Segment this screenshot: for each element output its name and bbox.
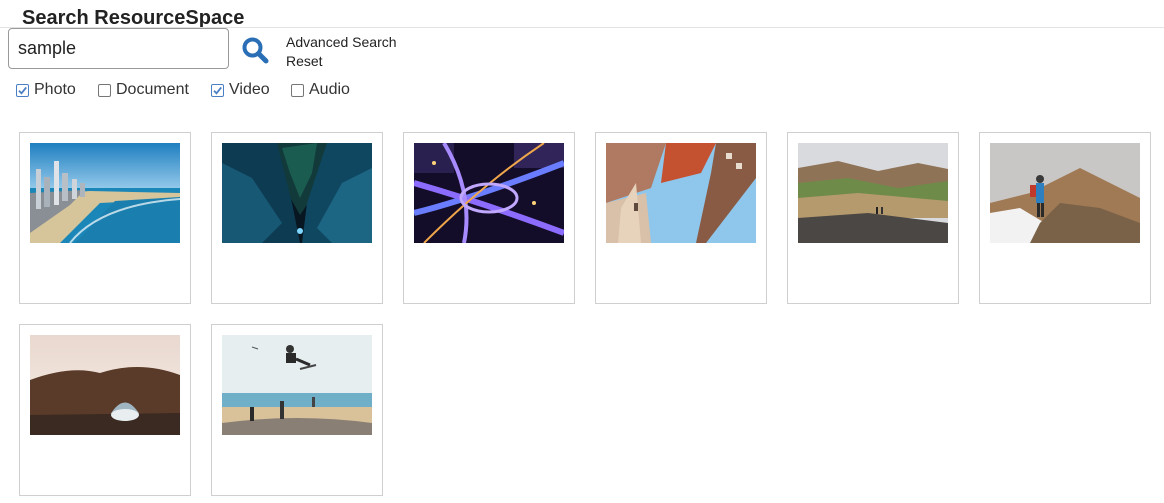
reset-link[interactable]: Reset [286,52,397,71]
search-links: Advanced Search Reset [286,33,397,71]
filter-photo-label: Photo [34,81,76,98]
result-card[interactable] [19,324,191,496]
result-thumbnail-skateboard-beach [222,335,372,435]
filter-photo[interactable]: Photo [16,80,76,100]
result-card[interactable] [19,132,191,304]
result-card[interactable] [787,132,959,304]
filter-video[interactable]: Video [211,80,270,100]
photo-checkbox[interactable] [16,83,29,97]
filter-video-label: Video [229,81,270,98]
filter-audio-label: Audio [309,81,350,98]
audio-checkbox[interactable] [291,83,304,97]
result-card[interactable] [595,132,767,304]
result-card[interactable] [403,132,575,304]
result-thumbnail-night-highway [414,143,564,243]
search-input[interactable] [8,28,229,69]
filter-document[interactable]: Document [98,80,189,100]
result-card[interactable] [979,132,1151,304]
result-thumbnail-coastal-city [30,143,180,243]
result-card[interactable] [211,324,383,496]
video-checkbox[interactable] [211,83,224,97]
search-button[interactable] [238,33,272,67]
advanced-search-link[interactable]: Advanced Search [286,33,397,52]
document-checkbox[interactable] [98,83,111,97]
filter-audio[interactable]: Audio [291,80,350,100]
search-icon [242,37,269,64]
result-card[interactable] [211,132,383,304]
filter-document-label: Document [116,81,189,98]
result-thumbnail-aurora-cave [222,143,372,243]
result-thumbnail-buildings-upward [606,143,756,243]
result-thumbnail-mountain-hiker [990,143,1140,243]
result-thumbnail-colorful-hills [798,143,948,243]
result-thumbnail-sea-arch [30,335,180,435]
